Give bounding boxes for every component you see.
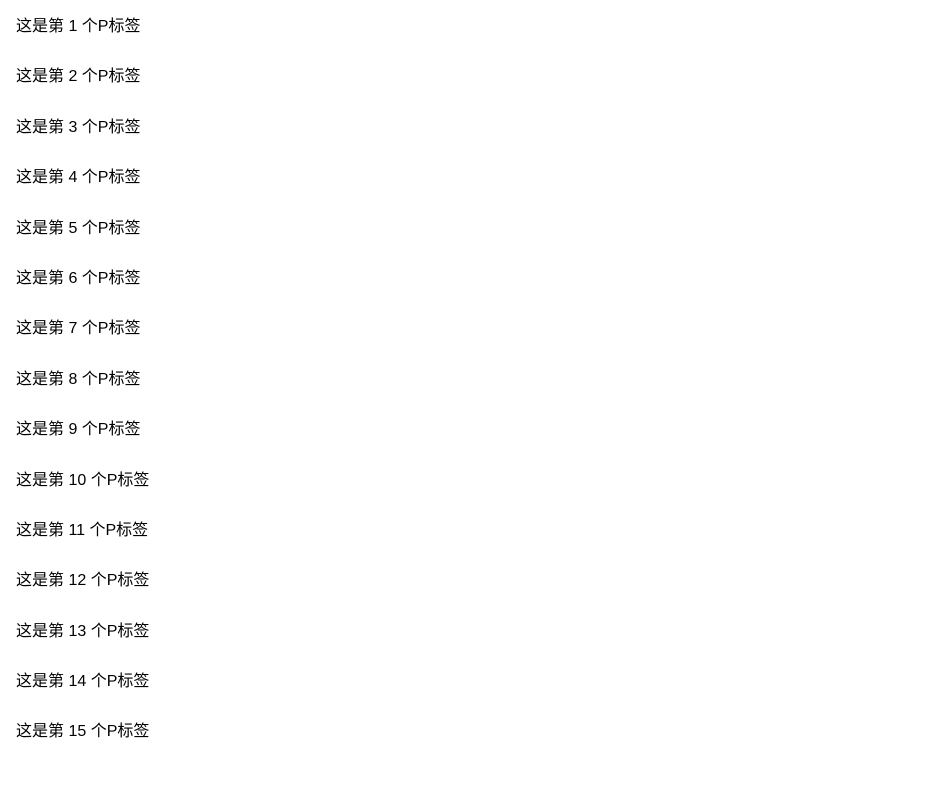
paragraph-5: 这是第 5 个P标签 <box>16 218 916 240</box>
paragraph-4: 这是第 4 个P标签 <box>16 167 916 189</box>
paragraph-6: 这是第 6 个P标签 <box>16 268 916 290</box>
paragraph-2: 这是第 2 个P标签 <box>16 66 916 88</box>
paragraph-1: 这是第 1 个P标签 <box>16 16 916 38</box>
paragraph-8: 这是第 8 个P标签 <box>16 369 916 391</box>
paragraph-9: 这是第 9 个P标签 <box>16 419 916 441</box>
paragraph-10: 这是第 10 个P标签 <box>16 470 916 492</box>
paragraph-12: 这是第 12 个P标签 <box>16 570 916 592</box>
paragraph-11: 这是第 11 个P标签 <box>16 520 916 542</box>
paragraph-13: 这是第 13 个P标签 <box>16 621 916 643</box>
paragraph-3: 这是第 3 个P标签 <box>16 117 916 139</box>
paragraph-15: 这是第 15 个P标签 <box>16 721 916 743</box>
paragraph-14: 这是第 14 个P标签 <box>16 671 916 693</box>
paragraph-7: 这是第 7 个P标签 <box>16 318 916 340</box>
